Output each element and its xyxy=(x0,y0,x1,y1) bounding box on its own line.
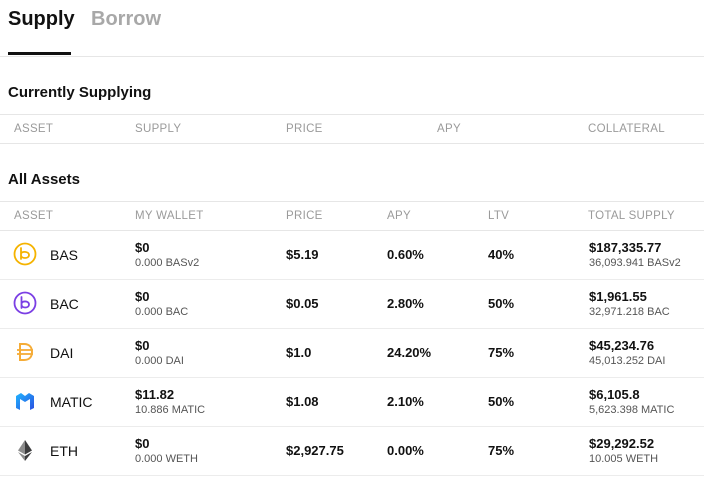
col-ltv: LTV xyxy=(488,210,510,222)
currently-supplying-title: Currently Supplying xyxy=(8,84,152,101)
wallet-amount: 0.000 DAI xyxy=(135,355,184,367)
asset-symbol: ETH xyxy=(50,443,78,459)
asset-price: $2,927.75 xyxy=(286,443,344,458)
tab-bar: Supply Borrow xyxy=(0,0,704,57)
wallet-amount: 0.000 WETH xyxy=(135,453,198,465)
total-supply-usd: $1,961.55 xyxy=(589,289,647,304)
active-tab-indicator xyxy=(8,52,71,55)
tab-supply[interactable]: Supply xyxy=(8,8,75,31)
col-my-wallet: MY WALLET xyxy=(135,210,204,222)
total-supply-usd: $45,234.76 xyxy=(589,338,655,353)
asset-row-bac[interactable]: BAC $0 0.000 BAC $0.05 2.80% 50% $1,961.… xyxy=(0,279,704,329)
asset-row-dai[interactable]: DAI $0 0.000 DAI $1.0 24.20% 75% $45,234… xyxy=(0,328,704,378)
asset-price: $1.0 xyxy=(286,345,312,360)
wallet-amount: 0.000 BAC xyxy=(135,306,189,318)
wallet-amount: 10.886 MATIC xyxy=(135,404,206,416)
asset-ltv: 75% xyxy=(488,443,515,458)
asset-apy: 2.80% xyxy=(387,296,424,311)
asset-apy: 24.20% xyxy=(387,345,432,360)
total-supply-usd: $187,335.77 xyxy=(589,240,662,255)
bas-token-icon xyxy=(13,242,37,266)
col-asset: ASSET xyxy=(14,123,54,135)
col-apy: APY xyxy=(437,123,461,135)
currently-supplying-header: ASSET SUPPLY PRICE APY COLLATERAL xyxy=(0,114,704,144)
total-supply-amount: 10.005 WETH xyxy=(589,453,659,465)
asset-ltv: 50% xyxy=(488,296,515,311)
asset-ltv: 50% xyxy=(488,394,515,409)
wallet-usd: $11.82 xyxy=(135,387,175,402)
wallet-usd: $0 xyxy=(135,436,150,451)
col-price: PRICE xyxy=(286,123,323,135)
tab-borrow[interactable]: Borrow xyxy=(91,8,161,31)
col-apy: APY xyxy=(387,210,411,222)
col-supply: SUPPLY xyxy=(135,123,182,135)
asset-symbol: BAS xyxy=(50,247,79,263)
eth-token-icon xyxy=(18,440,32,461)
asset-symbol: DAI xyxy=(50,345,74,361)
matic-token-icon xyxy=(16,393,34,410)
all-assets-header: ASSET MY WALLET PRICE APY LTV TOTAL SUPP… xyxy=(0,201,704,231)
asset-apy: 0.60% xyxy=(387,247,424,262)
col-asset: ASSET xyxy=(14,210,54,222)
total-supply-amount: 32,971.218 BAC xyxy=(589,306,670,318)
asset-row-matic[interactable]: MATIC $11.82 10.886 MATIC $1.08 2.10% 50… xyxy=(0,377,704,427)
total-supply-amount: 5,623.398 MATIC xyxy=(589,404,675,416)
wallet-usd: $0 xyxy=(135,240,150,255)
asset-ltv: 40% xyxy=(488,247,515,262)
asset-row-bas[interactable]: BAS $0 0.000 BASv2 $5.19 0.60% 40% $187,… xyxy=(0,230,704,280)
col-price: PRICE xyxy=(286,210,323,222)
asset-symbol: MATIC xyxy=(50,394,93,410)
asset-price: $5.19 xyxy=(286,247,319,262)
asset-price: $1.08 xyxy=(286,394,319,409)
all-assets-title: All Assets xyxy=(8,171,80,188)
total-supply-amount: 45,013.252 DAI xyxy=(589,355,666,367)
asset-row-eth[interactable]: ETH $0 0.000 WETH $2,927.75 0.00% 75% $2… xyxy=(0,426,704,476)
col-total-supply: TOTAL SUPPLY xyxy=(588,210,675,222)
total-supply-usd: $6,105.8 xyxy=(589,387,640,402)
wallet-usd: $0 xyxy=(135,338,150,353)
bac-token-icon xyxy=(13,291,37,315)
asset-apy: 2.10% xyxy=(387,394,424,409)
wallet-amount: 0.000 BASv2 xyxy=(135,257,200,269)
asset-ltv: 75% xyxy=(488,345,515,360)
dai-token-icon xyxy=(17,343,34,361)
wallet-usd: $0 xyxy=(135,289,150,304)
col-collateral: COLLATERAL xyxy=(588,123,665,135)
total-supply-usd: $29,292.52 xyxy=(589,436,655,451)
asset-apy: 0.00% xyxy=(387,443,424,458)
asset-symbol: BAC xyxy=(50,296,79,312)
total-supply-amount: 36,093.941 BASv2 xyxy=(589,257,681,269)
asset-price: $0.05 xyxy=(286,296,319,311)
